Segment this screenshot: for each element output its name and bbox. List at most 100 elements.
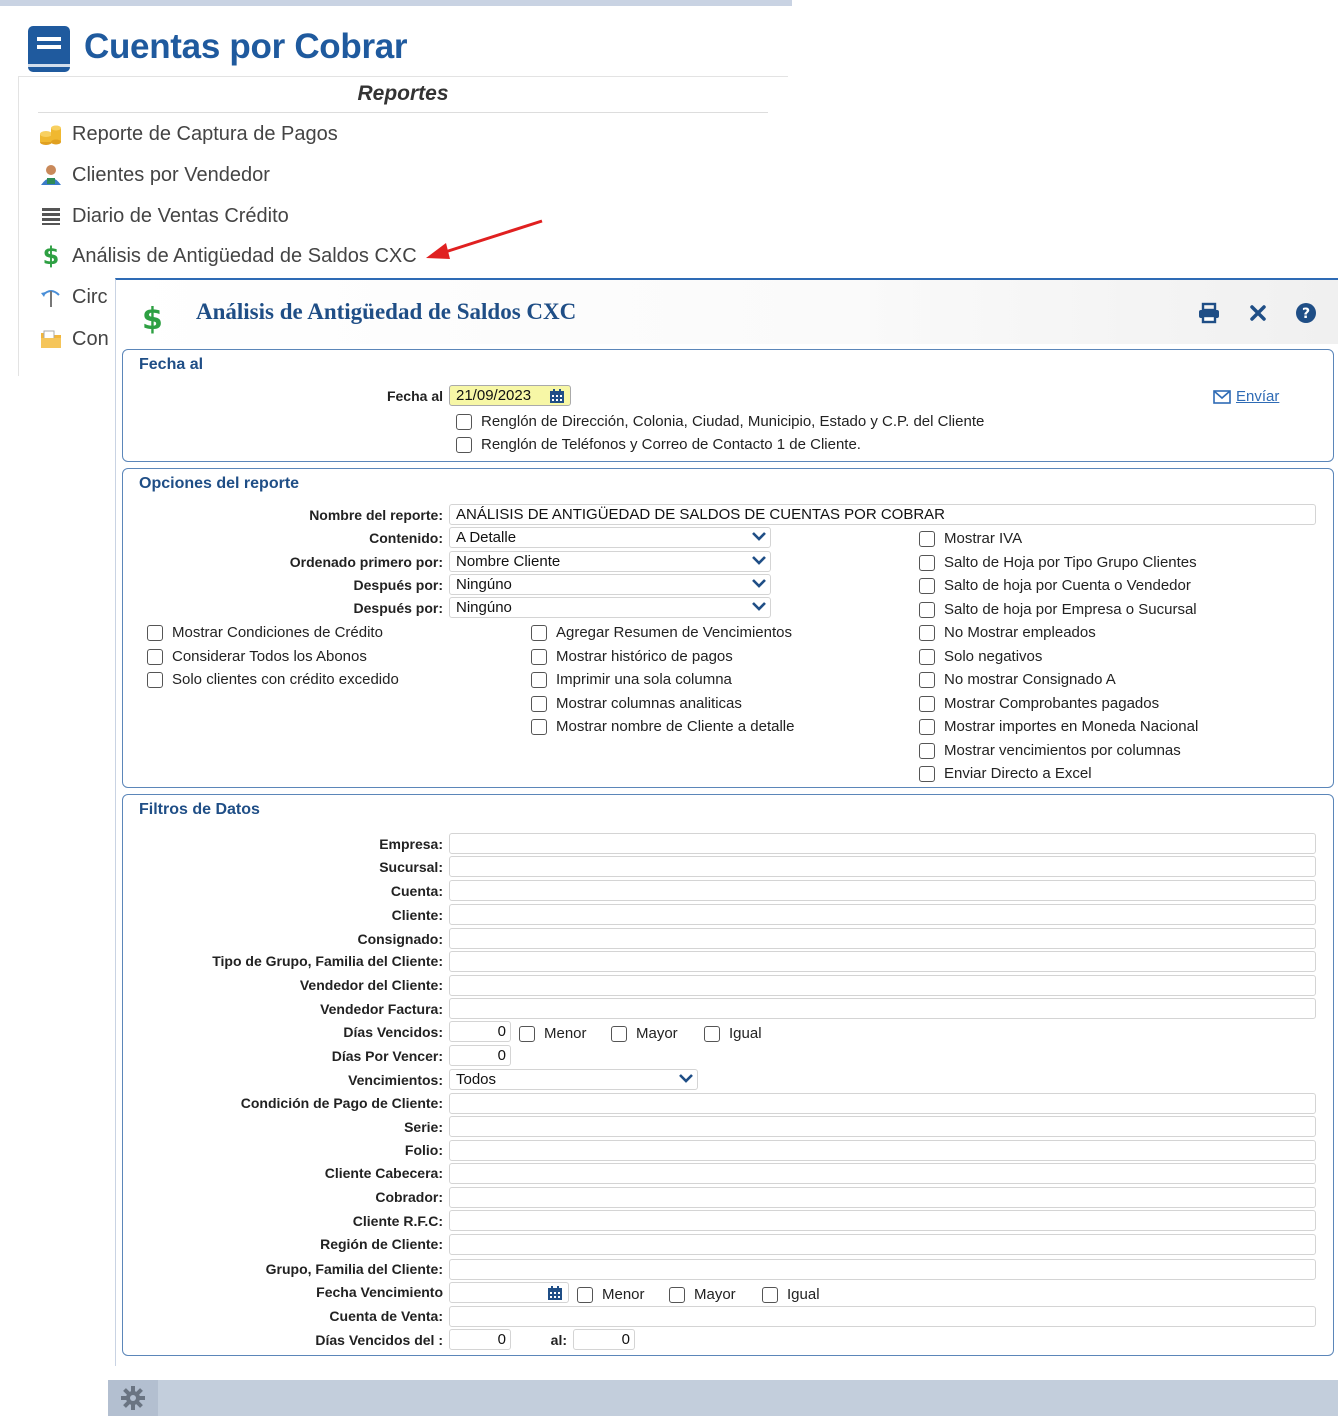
check-salto-tipo-grupo[interactable]: Salto de Hoja por Tipo Grupo Clientes: [919, 554, 1197, 571]
menu-item-clientes-vendedor[interactable]: Clientes por Vendedor: [38, 160, 270, 190]
checkbox[interactable]: [919, 577, 935, 594]
checkbox[interactable]: [669, 1286, 685, 1303]
region-cliente-input[interactable]: [449, 1234, 1316, 1255]
folio-input[interactable]: [449, 1140, 1316, 1161]
empresa-input[interactable]: [449, 833, 1316, 854]
dias-vencidos-del-input[interactable]: [449, 1329, 511, 1350]
check-nombre-cliente-detalle[interactable]: Mostrar nombre de Cliente a detalle: [531, 718, 794, 735]
dialog-title: Análisis de Antigüedad de Saldos CXC: [196, 299, 577, 324]
check-enviar-excel[interactable]: Enviar Directo a Excel: [919, 765, 1092, 782]
help-icon: ?: [1296, 303, 1316, 323]
fecha-vencimiento-input[interactable]: [449, 1282, 569, 1303]
checkbox[interactable]: [577, 1286, 593, 1303]
check-historico-pagos[interactable]: Mostrar histórico de pagos: [531, 648, 733, 665]
checkbox[interactable]: [704, 1025, 720, 1042]
checkbox[interactable]: [531, 671, 547, 688]
cliente-input[interactable]: [449, 904, 1316, 925]
checkbox[interactable]: [147, 624, 163, 641]
sucursal-input[interactable]: [449, 856, 1316, 877]
check-una-columna[interactable]: Imprimir una sola columna: [531, 671, 732, 688]
checkbox[interactable]: [919, 765, 935, 782]
condicion-pago-input[interactable]: [449, 1093, 1316, 1114]
close-button[interactable]: [1245, 300, 1271, 326]
checkbox[interactable]: [611, 1025, 627, 1042]
print-button[interactable]: [1196, 300, 1222, 326]
check-label: Igual: [787, 1286, 820, 1303]
checkbox[interactable]: [531, 624, 547, 641]
tipo-grupo-input[interactable]: [449, 951, 1316, 972]
cobrador-input[interactable]: [449, 1187, 1316, 1208]
checkbox[interactable]: [519, 1025, 535, 1042]
checkbox[interactable]: [919, 671, 935, 688]
check-moneda-nacional[interactable]: Mostrar importes en Moneda Nacional: [919, 718, 1198, 735]
checkbox[interactable]: [456, 436, 472, 453]
checkbox[interactable]: [762, 1286, 778, 1303]
menu-item-con[interactable]: Con: [38, 324, 109, 354]
contenido-select[interactable]: A Detalle: [449, 527, 771, 548]
checkbox[interactable]: [147, 671, 163, 688]
vendedor-cliente-input[interactable]: [449, 975, 1316, 996]
vencimientos-select[interactable]: Todos: [449, 1069, 698, 1090]
check-salto-cuenta-vendedor[interactable]: Salto de hoja por Cuenta o Vendedor: [919, 577, 1191, 594]
cuenta-input[interactable]: [449, 880, 1316, 901]
fecha-input[interactable]: 21/09/2023: [449, 385, 571, 406]
checkbox[interactable]: [919, 695, 935, 712]
checkbox[interactable]: [919, 601, 935, 618]
checkbox[interactable]: [919, 742, 935, 759]
fecha-venc-igual[interactable]: Igual: [762, 1286, 820, 1303]
check-todos-abonos[interactable]: Considerar Todos los Abonos: [147, 648, 367, 665]
check-no-mostrar-empleados[interactable]: No Mostrar empleados: [919, 624, 1096, 641]
al-input[interactable]: [573, 1329, 635, 1350]
checkbox[interactable]: [147, 648, 163, 665]
fecha-venc-mayor[interactable]: Mayor: [669, 1286, 736, 1303]
calendar-icon[interactable]: [547, 1285, 563, 1301]
checkbox[interactable]: [456, 413, 472, 430]
check-condiciones-credito[interactable]: Mostrar Condiciones de Crédito: [147, 624, 383, 641]
check-mostrar-comprobantes[interactable]: Mostrar Comprobantes pagados: [919, 695, 1159, 712]
fecha-venc-menor[interactable]: Menor: [577, 1286, 645, 1303]
vendedor-factura-input[interactable]: [449, 998, 1316, 1019]
dias-vencidos-menor[interactable]: Menor: [519, 1025, 587, 1042]
checkbox[interactable]: [919, 718, 935, 735]
dias-por-vencer-input[interactable]: [449, 1045, 511, 1066]
consignado-input[interactable]: [449, 928, 1316, 949]
check-resumen-vencimientos[interactable]: Agregar Resumen de Vencimientos: [531, 624, 792, 641]
check-columnas-analiticas[interactable]: Mostrar columnas analiticas: [531, 695, 742, 712]
calendar-icon[interactable]: [549, 388, 565, 404]
check-solo-negativos[interactable]: Solo negativos: [919, 648, 1042, 665]
serie-input[interactable]: [449, 1116, 1316, 1137]
check-credito-excedido[interactable]: Solo clientes con crédito excedido: [147, 671, 399, 688]
cuenta-venta-input[interactable]: [449, 1306, 1316, 1327]
settings-button[interactable]: [108, 1380, 158, 1416]
check-mostrar-iva[interactable]: Mostrar IVA: [919, 530, 1022, 547]
grupo-familia-input[interactable]: [449, 1259, 1316, 1280]
dias-vencidos-mayor[interactable]: Mayor: [611, 1025, 678, 1042]
despues2-select[interactable]: Ningúno: [449, 597, 771, 618]
send-link[interactable]: Envíar: [1213, 388, 1279, 405]
chevron-down-icon: [752, 532, 766, 541]
checkbox[interactable]: [919, 554, 935, 571]
dias-vencidos-igual[interactable]: Igual: [704, 1025, 762, 1042]
checkbox[interactable]: [919, 624, 935, 641]
check-no-mostrar-consignado[interactable]: No mostrar Consignado A: [919, 671, 1116, 688]
checkbox[interactable]: [531, 718, 547, 735]
check-renglon-direccion[interactable]: Renglón de Dirección, Colonia, Ciudad, M…: [456, 413, 984, 430]
checkbox[interactable]: [919, 648, 935, 665]
help-button[interactable]: ?: [1293, 300, 1319, 326]
cliente-cabecera-input[interactable]: [449, 1163, 1316, 1184]
menu-item-captura-pagos[interactable]: Reporte de Captura de Pagos: [38, 119, 338, 149]
check-vencimientos-columnas[interactable]: Mostrar vencimientos por columnas: [919, 742, 1181, 759]
check-salto-empresa-sucursal[interactable]: Salto de hoja por Empresa o Sucursal: [919, 601, 1197, 618]
ordenado-select[interactable]: Nombre Cliente: [449, 551, 771, 572]
menu-item-circ[interactable]: Circ: [38, 282, 108, 312]
dias-vencidos-input[interactable]: [449, 1021, 511, 1042]
cliente-rfc-input[interactable]: [449, 1210, 1316, 1231]
menu-item-antiguedad-saldos[interactable]: $ Análisis de Antigüedad de Saldos CXC: [38, 241, 417, 271]
checkbox[interactable]: [531, 648, 547, 665]
nombre-reporte-input[interactable]: ANÁLISIS DE ANTIGÜEDAD DE SALDOS DE CUEN…: [449, 504, 1316, 525]
despues1-select[interactable]: Ningúno: [449, 574, 771, 595]
checkbox[interactable]: [919, 530, 935, 547]
menu-item-diario-ventas[interactable]: Diario de Ventas Crédito: [38, 201, 289, 231]
checkbox[interactable]: [531, 695, 547, 712]
check-renglon-telefonos[interactable]: Renglón de Teléfonos y Correo de Contact…: [456, 436, 861, 453]
